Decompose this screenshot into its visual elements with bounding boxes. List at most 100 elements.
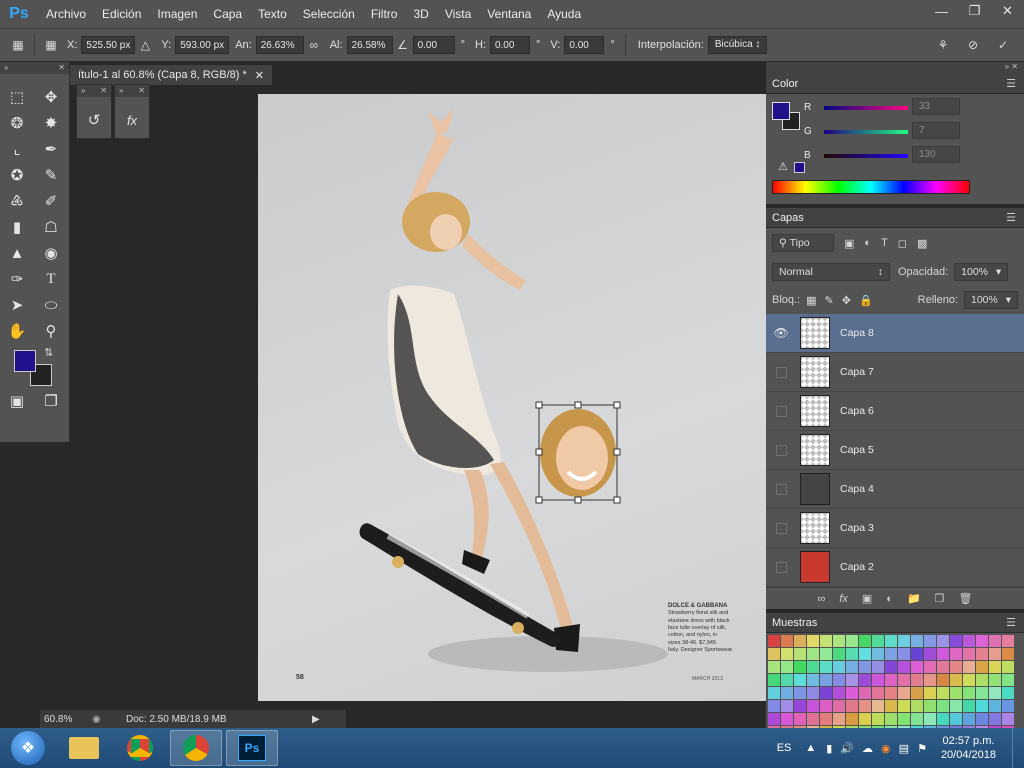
paint-bucket-icon[interactable]: ☖: [34, 214, 68, 240]
color-swatch[interactable]: [911, 674, 923, 686]
color-swatch[interactable]: [807, 635, 819, 647]
color-swatch[interactable]: [781, 674, 793, 686]
g-slider[interactable]: [824, 129, 908, 134]
color-swatch[interactable]: [833, 635, 845, 647]
visibility-toggle[interactable]: [766, 561, 796, 573]
swap-colors-icon[interactable]: ⇅: [44, 346, 53, 359]
panel-menu-icon[interactable]: ☰: [1006, 616, 1016, 629]
color-swatch[interactable]: [846, 674, 858, 686]
commit-transform-icon[interactable]: ✓: [988, 35, 1018, 55]
color-swatch[interactable]: [807, 661, 819, 673]
color-swatch[interactable]: [976, 635, 988, 647]
color-swatch[interactable]: [989, 635, 1001, 647]
color-swatch[interactable]: [768, 661, 780, 673]
color-swatch[interactable]: [859, 635, 871, 647]
menu-filtro[interactable]: Filtro: [363, 0, 406, 28]
quick-mask-icon[interactable]: ▣: [0, 392, 34, 410]
color-swatch[interactable]: [1002, 700, 1014, 712]
gamut-warning-icon[interactable]: ⚠: [778, 160, 788, 173]
taskbar-photoshop[interactable]: Ps: [226, 730, 278, 766]
color-swatch[interactable]: [950, 648, 962, 660]
color-swatch[interactable]: [807, 648, 819, 660]
color-swatch[interactable]: [924, 700, 936, 712]
layer-row[interactable]: Capa 7: [766, 353, 1024, 392]
color-swatch[interactable]: [976, 674, 988, 686]
move-tool-icon[interactable]: ✥: [34, 84, 68, 110]
color-swatch[interactable]: [924, 648, 936, 660]
type-tool-icon[interactable]: T: [34, 266, 68, 292]
color-swatch[interactable]: [963, 713, 975, 725]
color-panel-title[interactable]: Color: [772, 78, 798, 90]
visibility-toggle[interactable]: [766, 483, 796, 495]
color-swatch[interactable]: [820, 674, 832, 686]
color-swatch[interactable]: [768, 674, 780, 686]
color-swatch[interactable]: [820, 687, 832, 699]
close-icon[interactable]: ✕: [100, 85, 107, 97]
color-swatch[interactable]: [872, 648, 884, 660]
color-swatch[interactable]: [950, 661, 962, 673]
g-value[interactable]: 7: [912, 122, 960, 139]
eye-icon[interactable]: 👁: [766, 326, 796, 340]
close-tab-icon[interactable]: ✕: [255, 69, 264, 82]
color-swatch[interactable]: [963, 700, 975, 712]
menu-archivo[interactable]: Archivo: [38, 0, 94, 28]
color-spectrum-bar[interactable]: [772, 180, 970, 194]
color-swatch[interactable]: [846, 635, 858, 647]
menu-ventana[interactable]: Ventana: [479, 0, 539, 28]
network-icon[interactable]: ▤: [899, 742, 909, 755]
color-swatch[interactable]: [859, 687, 871, 699]
color-swatch[interactable]: [911, 635, 923, 647]
pen-tool-icon[interactable]: ✑: [0, 266, 34, 292]
color-swatch[interactable]: [794, 661, 806, 673]
color-swatch[interactable]: [885, 635, 897, 647]
color-swatch[interactable]: [846, 661, 858, 673]
mini-panel-header[interactable]: » ✕: [115, 85, 149, 97]
color-swatch[interactable]: [976, 700, 988, 712]
clock[interactable]: 02:57 p.m. 20/04/2018: [941, 734, 996, 763]
color-swatch[interactable]: [859, 661, 871, 673]
color-swatch[interactable]: [820, 661, 832, 673]
clone-stamp-icon[interactable]: ♶: [0, 188, 34, 214]
color-swatch[interactable]: [898, 648, 910, 660]
link-icon[interactable]: ∞: [304, 35, 324, 55]
layer-row[interactable]: 👁 Capa 8: [766, 314, 1024, 353]
fx-styles-icon[interactable]: fx: [115, 105, 149, 135]
eyedropper-icon[interactable]: ✒: [34, 136, 68, 162]
adjustment-layer-icon[interactable]: ◐: [886, 593, 893, 605]
dodge-tool-icon[interactable]: ◉: [34, 240, 68, 266]
color-swatch[interactable]: [898, 700, 910, 712]
menu-capa[interactable]: Capa: [205, 0, 250, 28]
lock-pixels-icon[interactable]: ✎: [825, 294, 834, 307]
color-swatch[interactable]: [924, 635, 936, 647]
color-swatch[interactable]: [937, 674, 949, 686]
hskew-field[interactable]: 0.00: [489, 36, 530, 54]
color-swatch[interactable]: [794, 674, 806, 686]
color-swatch[interactable]: [950, 635, 962, 647]
foreground-color-swatch[interactable]: [14, 350, 36, 372]
cancel-transform-icon[interactable]: ⊘: [958, 35, 988, 55]
color-swatch[interactable]: [846, 648, 858, 660]
color-swatch[interactable]: [885, 687, 897, 699]
magic-wand-icon[interactable]: ✸: [34, 110, 68, 136]
color-swatch[interactable]: [833, 713, 845, 725]
layer-filter-select[interactable]: ⚲ Tipo: [772, 234, 834, 252]
new-layer-icon[interactable]: ❐: [935, 592, 945, 605]
color-swatch[interactable]: [963, 687, 975, 699]
color-swatch[interactable]: [807, 700, 819, 712]
minimize-icon[interactable]: —: [925, 0, 958, 22]
start-button[interactable]: ❖: [0, 728, 56, 768]
color-swatch[interactable]: [924, 713, 936, 725]
close-icon[interactable]: ✕: [58, 62, 65, 74]
color-swatch[interactable]: [1002, 687, 1014, 699]
color-swatch[interactable]: [820, 635, 832, 647]
action-center-icon[interactable]: ⚑: [917, 742, 927, 755]
color-swatch[interactable]: [833, 700, 845, 712]
color-swatch[interactable]: [937, 713, 949, 725]
color-swatch[interactable]: [885, 700, 897, 712]
color-swatch[interactable]: [820, 648, 832, 660]
menu-texto[interactable]: Texto: [250, 0, 295, 28]
color-swatch[interactable]: [846, 713, 858, 725]
link-layers-icon[interactable]: ∞: [817, 593, 825, 605]
color-swatch[interactable]: [963, 648, 975, 660]
color-swatch[interactable]: [963, 635, 975, 647]
